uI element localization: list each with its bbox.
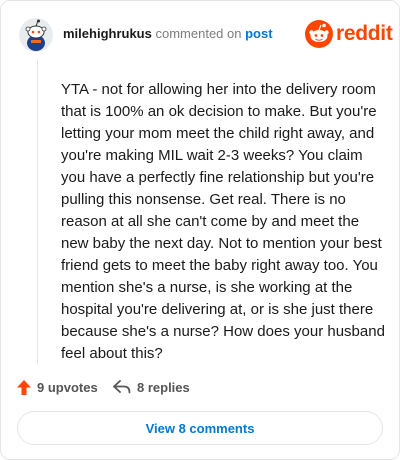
reddit-logo-icon — [305, 20, 333, 48]
thread-line — [37, 59, 38, 365]
reddit-logo[interactable]: reddit — [305, 20, 393, 50]
view-comments-button[interactable]: View 8 comments — [17, 411, 383, 445]
reddit-wordmark: reddit — [336, 22, 393, 45]
upvote-arrow-icon — [17, 379, 31, 395]
comment-body: YTA - not for allowing her into the deli… — [61, 81, 385, 362]
upvote-button[interactable]: 9 upvotes — [17, 377, 98, 397]
post-link[interactable]: post — [245, 26, 272, 41]
user-avatar[interactable] — [19, 18, 53, 52]
upvote-count: 9 upvotes — [37, 379, 98, 395]
comment-card: milehighrukus commented on post reddit Y… — [0, 0, 400, 460]
comment-meta: milehighrukus commented on post — [63, 26, 273, 41]
username-link[interactable]: milehighrukus — [63, 26, 152, 41]
comment-actions: 9 upvotes 8 replies — [17, 377, 377, 397]
reply-count: 8 replies — [137, 379, 190, 395]
comment-header: milehighrukus commented on post reddit — [17, 17, 393, 53]
commented-on-label: commented on — [155, 26, 242, 41]
replies-button[interactable]: 8 replies — [113, 377, 190, 397]
reply-arrow-icon — [113, 380, 131, 394]
